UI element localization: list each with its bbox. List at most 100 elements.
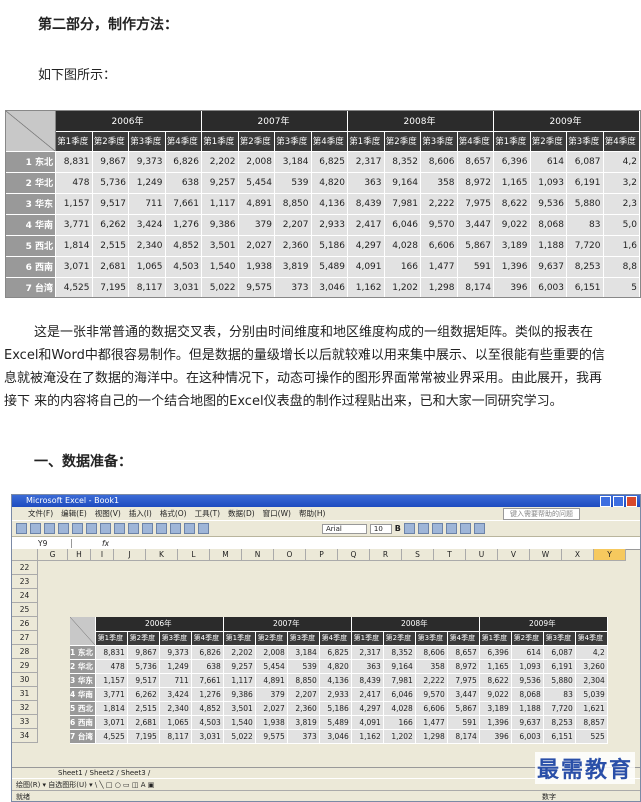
- table-cell: 9,536: [511, 673, 544, 688]
- column-header[interactable]: U: [466, 549, 498, 561]
- table-cell: 3,031: [191, 729, 224, 744]
- column-header[interactable]: I: [91, 549, 114, 561]
- chart-icon[interactable]: [198, 523, 209, 534]
- quarter-header: 第3季度: [274, 131, 312, 152]
- align-left-icon[interactable]: [403, 523, 415, 534]
- table-cell: 9,373: [159, 645, 192, 660]
- table-cell: 1,621: [575, 701, 608, 716]
- sum-icon[interactable]: [170, 523, 181, 534]
- crosstab-table: 2006年 2007年 2008年 2009年 第1季度 第2季度 第3季度 第4季度 第1季度…: [5, 110, 641, 298]
- menu-item[interactable]: 帮助(H): [299, 507, 326, 520]
- row-header[interactable]: 27: [12, 631, 38, 645]
- paragraph-line: 这是一张非常普通的数据交叉表，分别由时间维度和地区维度构成的一组数据矩阵。类似的…: [34, 325, 594, 340]
- table-cell: 539: [274, 172, 312, 194]
- drawing-toolbar-items[interactable]: 绘图(R) ▾ 自选图形(U) ▾ \ ╲ □ ○ ▭ ◫ A ▣: [16, 781, 154, 789]
- column-header[interactable]: V: [498, 549, 530, 561]
- help-box[interactable]: 键入需要帮助的问题: [503, 508, 580, 520]
- column-header[interactable]: M: [210, 549, 242, 561]
- row-header[interactable]: 25: [12, 603, 38, 617]
- close-icon[interactable]: [626, 496, 637, 507]
- column-header[interactable]: G: [38, 549, 68, 561]
- menu-item[interactable]: 窗口(W): [263, 507, 291, 520]
- row-label: 2 华北: [6, 172, 56, 194]
- sheet-tabs-label[interactable]: Sheet1 / Sheet2 / Sheet3 /: [58, 769, 150, 777]
- column-header[interactable]: P: [306, 549, 338, 561]
- row-header[interactable]: 24: [12, 589, 38, 603]
- copy-icon[interactable]: [114, 523, 125, 534]
- column-header[interactable]: Q: [338, 549, 370, 561]
- minimize-icon[interactable]: [600, 496, 611, 507]
- column-header[interactable]: N: [242, 549, 274, 561]
- column-header[interactable]: K: [146, 549, 178, 561]
- table-cell: 2,317: [347, 151, 385, 173]
- font-name-box[interactable]: Arial: [322, 523, 367, 534]
- table-cell: 3,771: [95, 687, 128, 702]
- table-cell: 8,972: [457, 172, 494, 194]
- column-header[interactable]: Y: [594, 549, 626, 561]
- merge-icon[interactable]: [431, 523, 443, 534]
- row-header[interactable]: 34: [12, 729, 38, 743]
- border-icon[interactable]: [445, 523, 457, 534]
- menu-item[interactable]: 文件(F): [28, 507, 53, 520]
- column-header[interactable]: J: [114, 549, 146, 561]
- table-cell: 6,151: [543, 729, 576, 744]
- new-icon[interactable]: [16, 523, 27, 534]
- sort-icon[interactable]: [184, 523, 195, 534]
- bold-icon[interactable]: B: [395, 524, 401, 533]
- table-cell: 3,819: [287, 715, 320, 730]
- paste-icon[interactable]: [128, 523, 139, 534]
- menu-item[interactable]: 插入(I): [129, 507, 152, 520]
- column-header[interactable]: O: [274, 549, 306, 561]
- cut-icon[interactable]: [100, 523, 111, 534]
- row-header[interactable]: 29: [12, 659, 38, 673]
- menu-item[interactable]: 视图(V): [95, 507, 121, 520]
- column-header[interactable]: H: [68, 549, 91, 561]
- table-cell: 9,517: [92, 193, 129, 215]
- row-header[interactable]: 31: [12, 687, 38, 701]
- font-size-box[interactable]: 10: [369, 523, 392, 534]
- name-box[interactable]: Y9: [12, 538, 72, 548]
- font-color-icon[interactable]: [473, 523, 485, 534]
- table-cell: 4,820: [311, 172, 348, 194]
- table-cell: 8,831: [55, 151, 93, 173]
- menu-item[interactable]: 格式(O): [160, 507, 187, 520]
- table-cell: 1,814: [95, 701, 128, 716]
- menu-item[interactable]: 编辑(E): [61, 507, 87, 520]
- table-cell: 1,814: [55, 235, 93, 257]
- table-cell: 4,091: [347, 256, 385, 278]
- column-header[interactable]: R: [370, 549, 402, 561]
- table-cell: 711: [159, 673, 192, 688]
- column-header[interactable]: L: [178, 549, 210, 561]
- column-header[interactable]: X: [562, 549, 594, 561]
- table-cell: 5,454: [238, 172, 275, 194]
- undo-icon[interactable]: [142, 523, 153, 534]
- redo-icon[interactable]: [156, 523, 167, 534]
- row-header[interactable]: 32: [12, 701, 38, 715]
- open-icon[interactable]: [30, 523, 41, 534]
- select-all-corner[interactable]: [12, 549, 38, 561]
- row-header[interactable]: 28: [12, 645, 38, 659]
- row-header[interactable]: 22: [12, 561, 38, 575]
- fill-color-icon[interactable]: [459, 523, 471, 534]
- print-icon[interactable]: [58, 523, 69, 534]
- table-row: 1 东北 8,831 9,867 9,373 6,826 2,202 2,008 3,184 6…: [6, 151, 640, 173]
- column-header[interactable]: T: [434, 549, 466, 561]
- status-left: 就绪: [16, 793, 30, 801]
- column-header[interactable]: W: [530, 549, 562, 561]
- table-cell: 5,489: [311, 256, 348, 278]
- menu-item[interactable]: 工具(T): [195, 507, 220, 520]
- menu-item[interactable]: 数据(D): [228, 507, 255, 520]
- column-header[interactable]: S: [402, 549, 434, 561]
- row-header[interactable]: 26: [12, 617, 38, 631]
- table-cell: 1,117: [223, 673, 256, 688]
- spell-icon[interactable]: [86, 523, 97, 534]
- row-header[interactable]: 23: [12, 575, 38, 589]
- save-icon[interactable]: [44, 523, 55, 534]
- table-cell: 2,515: [127, 701, 160, 716]
- row-header[interactable]: 30: [12, 673, 38, 687]
- align-center-icon[interactable]: [417, 523, 429, 534]
- row-header[interactable]: 33: [12, 715, 38, 729]
- maximize-icon[interactable]: [613, 496, 624, 507]
- preview-icon[interactable]: [72, 523, 83, 534]
- table-cell: 3,031: [165, 277, 202, 297]
